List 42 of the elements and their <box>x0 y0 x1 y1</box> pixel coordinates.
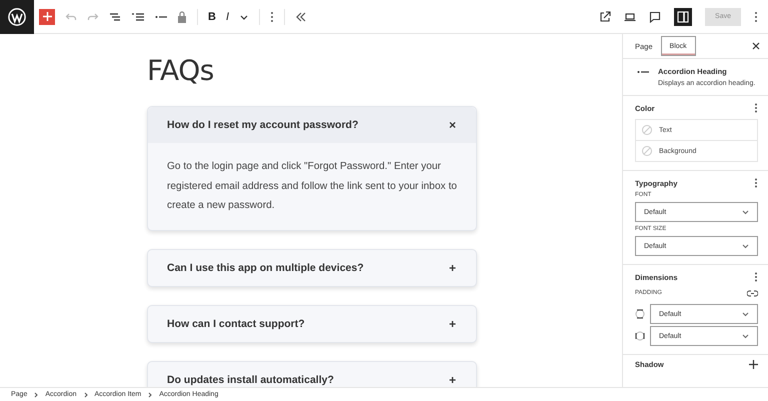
format-button[interactable]: B <box>208 10 216 22</box>
chevron-down-icon <box>742 312 749 316</box>
more-options-icon[interactable] <box>754 178 758 188</box>
settings-sidebar-toggle[interactable] <box>674 8 692 26</box>
accordion-heading[interactable]: Do updates install automatically? + <box>148 362 476 387</box>
toggle-sign[interactable]: + <box>448 372 456 386</box>
plus-icon[interactable] <box>749 360 758 369</box>
chevron-right-icon <box>84 392 88 398</box>
page-title: FAQs <box>147 54 215 88</box>
list-view-icon[interactable] <box>109 10 121 22</box>
lock-icon[interactable] <box>177 10 187 22</box>
padding-vertical-icon <box>635 309 645 319</box>
more-options-icon[interactable] <box>754 103 758 113</box>
collapse-icon[interactable] <box>295 12 308 22</box>
chevron-down-icon <box>742 334 749 338</box>
close-icon[interactable] <box>752 42 760 50</box>
accordion-heading[interactable]: How do I reset my account password? × <box>148 107 476 143</box>
empty-swatch-icon <box>642 125 652 135</box>
padding-horizontal-icon <box>635 331 645 341</box>
block-type-icon[interactable] <box>131 10 145 22</box>
more-options-icon[interactable] <box>754 272 758 282</box>
empty-swatch-icon <box>642 146 652 156</box>
chevron-right-icon <box>148 392 152 398</box>
more-options-icon[interactable] <box>754 10 758 22</box>
heading-icon <box>637 69 649 75</box>
format-button[interactable]: I <box>226 10 230 22</box>
desktop-preview-icon[interactable] <box>624 12 636 22</box>
toggle-sign[interactable]: + <box>448 260 456 274</box>
toggle-sign[interactable]: × <box>448 118 456 132</box>
accordion-heading[interactable]: Can I use this app on multiple devices? + <box>148 250 476 286</box>
chevron-down-icon <box>742 210 749 214</box>
answer-text: Go to the login page and click "Forgot Password." Enter your registered email address and follow the link sent to your inbox to create a new password. <box>166 160 458 213</box>
comment-icon[interactable] <box>649 10 662 22</box>
link-icon[interactable] <box>747 290 758 296</box>
chevron-down-icon <box>742 244 749 248</box>
add-block-icon[interactable] <box>39 8 55 24</box>
more-options-icon[interactable] <box>270 10 274 22</box>
external-link-icon[interactable] <box>599 10 612 22</box>
wordpress-logo[interactable] <box>0 0 34 34</box>
accordion-heading[interactable]: How can I contact support? + <box>148 306 476 342</box>
chevron-right-icon <box>34 392 38 398</box>
toggle-sign[interactable]: + <box>448 316 456 330</box>
